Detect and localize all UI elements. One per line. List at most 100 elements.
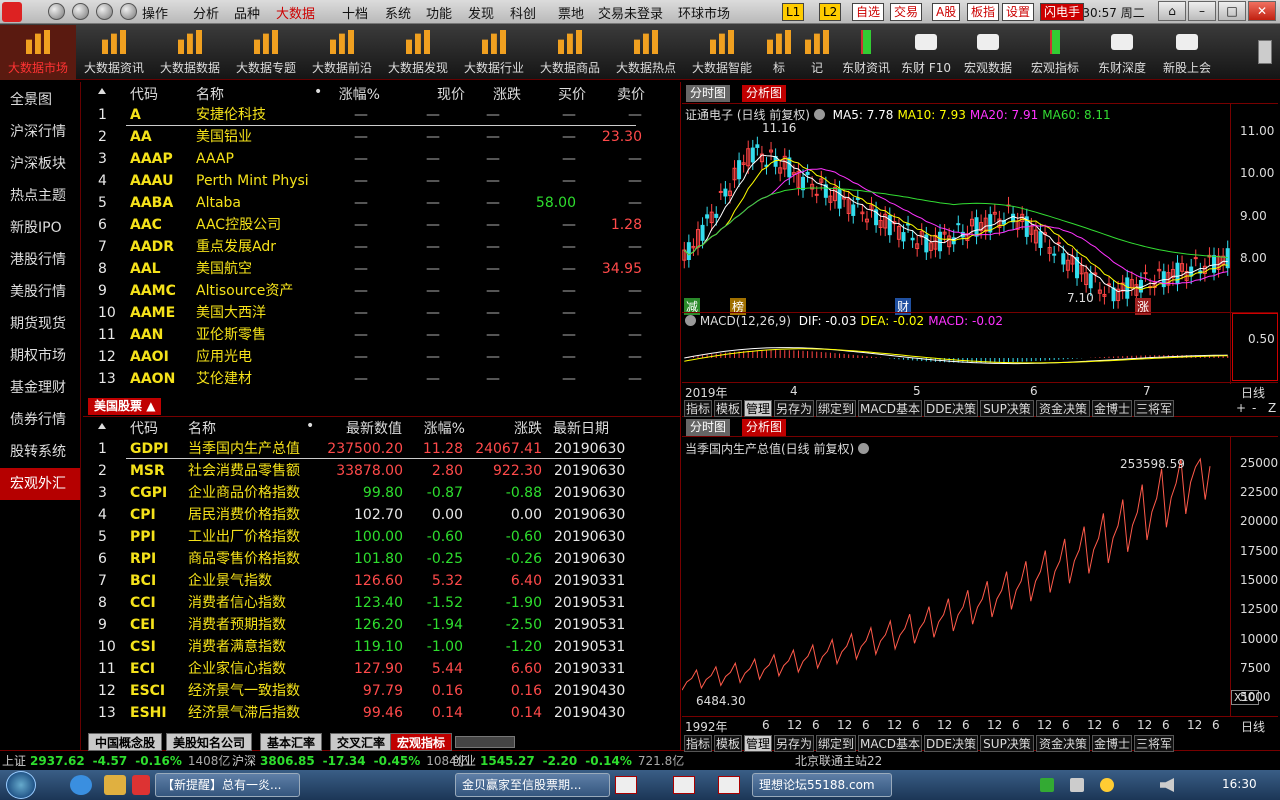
us-table-row[interactable]: 9 AAMC Altisource资产 — — — — — (88, 280, 648, 302)
us-table-row[interactable]: 8 AAL 美国航空 — — — —34.95 (88, 258, 648, 280)
menu-item-11[interactable]: 环球市场 (678, 3, 730, 22)
bottom-chart-tool-1[interactable]: 模板 (714, 735, 742, 752)
toolbar-scroll-arrow[interactable] (1258, 40, 1272, 64)
macro-table-row[interactable]: 9 CEI 消费者预期指数 126.20 -1.94 -2.50 20190531 (88, 614, 628, 636)
us-header-1[interactable]: 名称 (196, 84, 306, 104)
toggle-7[interactable]: 闪电手 (1040, 3, 1085, 21)
toggle-6[interactable]: 设置 (1002, 3, 1035, 21)
horizontal-scrollbar[interactable] (455, 736, 515, 748)
top-chart-control-0[interactable]: + (1236, 401, 1246, 415)
app-icon[interactable] (132, 775, 150, 795)
bottom-tab-1[interactable]: 美股知名公司 (166, 733, 253, 751)
top-chart-tool-1[interactable]: 模板 (714, 400, 742, 417)
macro-table-row[interactable]: 10 CSI 消费者满意指数 119.10 -1.00 -1.20 20190531 (88, 636, 628, 658)
toggle-0[interactable]: L1 (782, 3, 805, 21)
top-chart-tool-5[interactable]: MACD基本 (858, 400, 922, 417)
toolbar-item-1[interactable]: 大数据资讯 (76, 26, 152, 78)
bottom-chart-tab-0[interactable]: 分时图 (686, 419, 731, 436)
toolbar-item-11[interactable]: 记 (798, 26, 836, 78)
server-status[interactable]: 北京联通主站22 (795, 752, 882, 769)
menu-item-5[interactable]: 系统 (385, 3, 411, 22)
us-header-4[interactable]: 现价 (415, 84, 465, 104)
us-table-row[interactable]: 3 AAAP AAAP — — — — — (88, 148, 648, 170)
top-chart-control-1[interactable]: - (1252, 401, 1256, 415)
macro-table-row[interactable]: 6 RPI 商品零售价格指数 101.80 -0.25 -0.26 20190630 (88, 548, 628, 570)
taskbar-task-2[interactable]: 理想论坛55188.com (752, 773, 892, 797)
close-button[interactable]: ✕ (1248, 1, 1276, 21)
bottom-chart-tool-10[interactable]: 三将军 (1134, 735, 1174, 752)
sidebar-item-2[interactable]: 沪深板块 (0, 148, 80, 180)
toolbar-item-12[interactable]: 东财资讯 (836, 26, 896, 78)
bottom-chart-tool-4[interactable]: 绑定到 (816, 735, 856, 752)
top-chart-control-2[interactable]: Z (1268, 401, 1276, 415)
nav-forward-icon[interactable] (72, 3, 89, 20)
sidebar-item-5[interactable]: 港股行情 (0, 244, 80, 276)
macro-table-row[interactable]: 13 ESHI 经济景气滞后指数 99.46 0.14 0.14 20190430 (88, 702, 628, 724)
menu-item-3[interactable]: 大数据 (276, 3, 315, 22)
toolbar-item-15[interactable]: 宏观指标 (1020, 26, 1090, 78)
macd-options-icon[interactable] (685, 315, 696, 326)
bottom-chart-tool-2[interactable]: 管理 (744, 735, 772, 752)
app-icon[interactable] (673, 776, 695, 794)
toggle-3[interactable]: 交易 (890, 3, 923, 21)
macro-table-row[interactable]: 2 MSR 社会消费品零售额 33878.00 2.80 922.30 20190630 (88, 460, 628, 482)
macro-header-4[interactable]: 涨幅% (420, 418, 465, 438)
sidebar-item-12[interactable]: 宏观外汇 (0, 468, 80, 500)
toggle-4[interactable]: A股 (932, 3, 961, 21)
sidebar-item-11[interactable]: 股转系统 (0, 436, 80, 468)
us-header-7[interactable]: 卖价 (610, 84, 645, 104)
top-chart-tool-8[interactable]: 资金决策 (1036, 400, 1090, 417)
menu-item-6[interactable]: 功能 (426, 3, 452, 22)
nav-back-icon[interactable] (48, 3, 65, 20)
ie-icon[interactable] (70, 775, 92, 795)
toolbar-item-16[interactable]: 东财深度 (1090, 26, 1154, 78)
us-table-row[interactable]: 6 AAC AAC控股公司 — — — —1.28 (88, 214, 648, 236)
toolbar-item-14[interactable]: 宏观数据 (956, 26, 1020, 78)
top-chart-tool-10[interactable]: 三将军 (1134, 400, 1174, 417)
bottom-chart-tool-8[interactable]: 资金决策 (1036, 735, 1090, 752)
toolbar-item-2[interactable]: 大数据数据 (152, 26, 228, 78)
top-chart-tool-3[interactable]: 另存为 (774, 400, 814, 417)
top-chart-tool-4[interactable]: 绑定到 (816, 400, 856, 417)
toolbar-item-9[interactable]: 大数据智能 (684, 26, 760, 78)
tray-shield-icon[interactable] (1040, 778, 1054, 792)
sidebar-item-1[interactable]: 沪深行情 (0, 116, 80, 148)
sidebar-item-0[interactable]: 全景图 (0, 84, 80, 116)
us-table-row[interactable]: 13 AAON 艾伦建材 — — — — — (88, 368, 648, 390)
top-chart-period[interactable]: 日线 (1241, 384, 1265, 401)
start-button-icon[interactable] (6, 771, 36, 799)
bottom-chart-tool-9[interactable]: 金博士 (1092, 735, 1132, 752)
menu-item-1[interactable]: 分析 (193, 3, 219, 22)
us-table-row[interactable]: 10 AAME 美国大西洋 — — — — — (88, 302, 648, 324)
top-chart-tool-7[interactable]: SUP决策 (980, 400, 1034, 417)
toggle-2[interactable]: 自选 (852, 3, 885, 21)
toggle-1[interactable]: L2 (819, 3, 842, 21)
folder-icon[interactable] (104, 775, 126, 795)
taskbar-clock[interactable]: 16:30 (1222, 777, 1257, 791)
bottom-chart-tool-0[interactable]: 指标 (684, 735, 712, 752)
menu-item-2[interactable]: 品种 (234, 3, 260, 22)
menu-item-8[interactable]: 科创 (510, 3, 536, 22)
macro-table-row[interactable]: 11 ECI 企业家信心指数 127.90 5.44 6.60 20190331 (88, 658, 628, 680)
us-header-5[interactable]: 涨跌 (476, 84, 521, 104)
us-table-row[interactable]: 7 AADR 重点发展Adr — — — — — (88, 236, 648, 258)
index-ticker-0[interactable]: 上证 2937.62 -4.57 -0.16% 1408亿 (2, 752, 230, 769)
app-icon[interactable] (615, 776, 637, 794)
window-menu-button[interactable]: ⌂ (1158, 1, 1186, 21)
macd-chart[interactable] (682, 328, 1230, 382)
top-chart-tool-6[interactable]: DDE决策 (924, 400, 978, 417)
sidebar-item-7[interactable]: 期货现货 (0, 308, 80, 340)
minimize-button[interactable]: – (1188, 1, 1216, 21)
toggle-5[interactable]: 板指 (967, 3, 1000, 21)
bottom-tab-3[interactable]: 交叉汇率 (330, 733, 393, 751)
taskbar-task-1[interactable]: 金贝赢家至信股票期... (455, 773, 610, 797)
bottom-chart-tool-5[interactable]: MACD基本 (858, 735, 922, 752)
sidebar-item-9[interactable]: 基金理财 (0, 372, 80, 404)
bottom-chart-tool-6[interactable]: DDE决策 (924, 735, 978, 752)
us-table-row[interactable]: 4 AAAU Perth Mint Physi — — — — — (88, 170, 648, 192)
bottom-tab-4[interactable]: 宏观指标 (390, 733, 453, 751)
gdp-chart[interactable]: 253598.59 6484.30 (682, 452, 1230, 716)
toolbar-item-5[interactable]: 大数据发现 (380, 26, 456, 78)
macro-table-row[interactable]: 7 BCI 企业景气指数 126.60 5.32 6.40 20190331 (88, 570, 628, 592)
us-table-row[interactable]: 11 AAN 亚伦斯零售 — — — — — (88, 324, 648, 346)
